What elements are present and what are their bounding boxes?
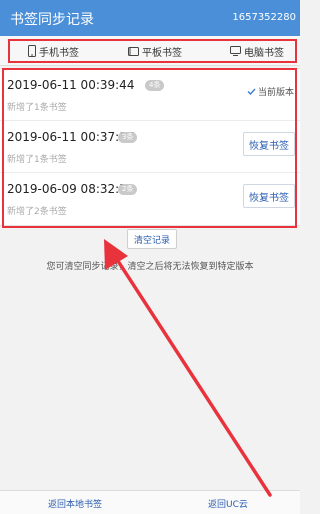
phone-icon (28, 45, 36, 57)
bottom-bar: 返回本地书签 返回UC云 (0, 490, 300, 514)
device-tabs: 手机书签 平板书签 电脑书签 (0, 36, 300, 66)
page-title: 书签同步记录 (10, 12, 94, 28)
record-row: 2019-06-11 00:37:17 3条 新增了1条书签 恢复书签 (0, 121, 300, 173)
back-to-local-bookmarks-link[interactable]: 返回本地书签 (48, 497, 102, 510)
tab-label: 平板书签 (142, 47, 182, 59)
record-description: 新增了1条书签 (7, 155, 67, 165)
clear-hint-text: 您可清空同步记录，清空之后将无法恢复到特定版本 (46, 262, 254, 272)
tab-label: 电脑书签 (244, 47, 284, 59)
record-time: 2019-06-11 00:37:17 (7, 130, 135, 144)
record-count-badge: 4条 (145, 80, 165, 91)
record-description: 新增了2条书签 (7, 207, 67, 217)
back-to-uc-cloud-link[interactable]: 返回UC云 (208, 497, 248, 510)
record-count-badge: 2条 (118, 184, 138, 195)
record-row: 2019-06-09 08:32:59 2条 新增了2条书签 恢复书签 (0, 173, 300, 225)
record-row: 2019-06-11 00:39:44 4条 新增了1条书签 当前版本 (0, 69, 300, 121)
record-description: 新增了1条书签 (7, 103, 67, 113)
tab-phone-bookmarks[interactable]: 手机书签 (28, 36, 79, 66)
tab-tablet-bookmarks[interactable]: 平板书签 (128, 36, 182, 66)
checkmark-icon (247, 88, 256, 95)
sync-record-list: 2019-06-11 00:39:44 4条 新增了1条书签 当前版本 2019… (0, 68, 300, 226)
record-time: 2019-06-11 00:39:44 (7, 78, 135, 92)
tab-pc-bookmarks[interactable]: 电脑书签 (230, 36, 284, 66)
restore-bookmarks-button[interactable]: 恢复书签 (243, 184, 295, 208)
tablet-icon (128, 46, 139, 56)
restore-bookmarks-button[interactable]: 恢复书签 (243, 132, 295, 156)
record-count-badge: 3条 (118, 132, 138, 143)
record-time: 2019-06-09 08:32:59 (7, 182, 135, 196)
monitor-icon (230, 46, 241, 56)
app-header: 书签同步记录 1657352280 (0, 0, 300, 36)
account-id: 1657352280 (232, 12, 296, 23)
current-version-status: 当前版本 (247, 85, 294, 98)
tab-label: 手机书签 (39, 47, 79, 59)
clear-records-button[interactable]: 清空记录 (127, 229, 177, 249)
current-version-label: 当前版本 (257, 88, 294, 98)
